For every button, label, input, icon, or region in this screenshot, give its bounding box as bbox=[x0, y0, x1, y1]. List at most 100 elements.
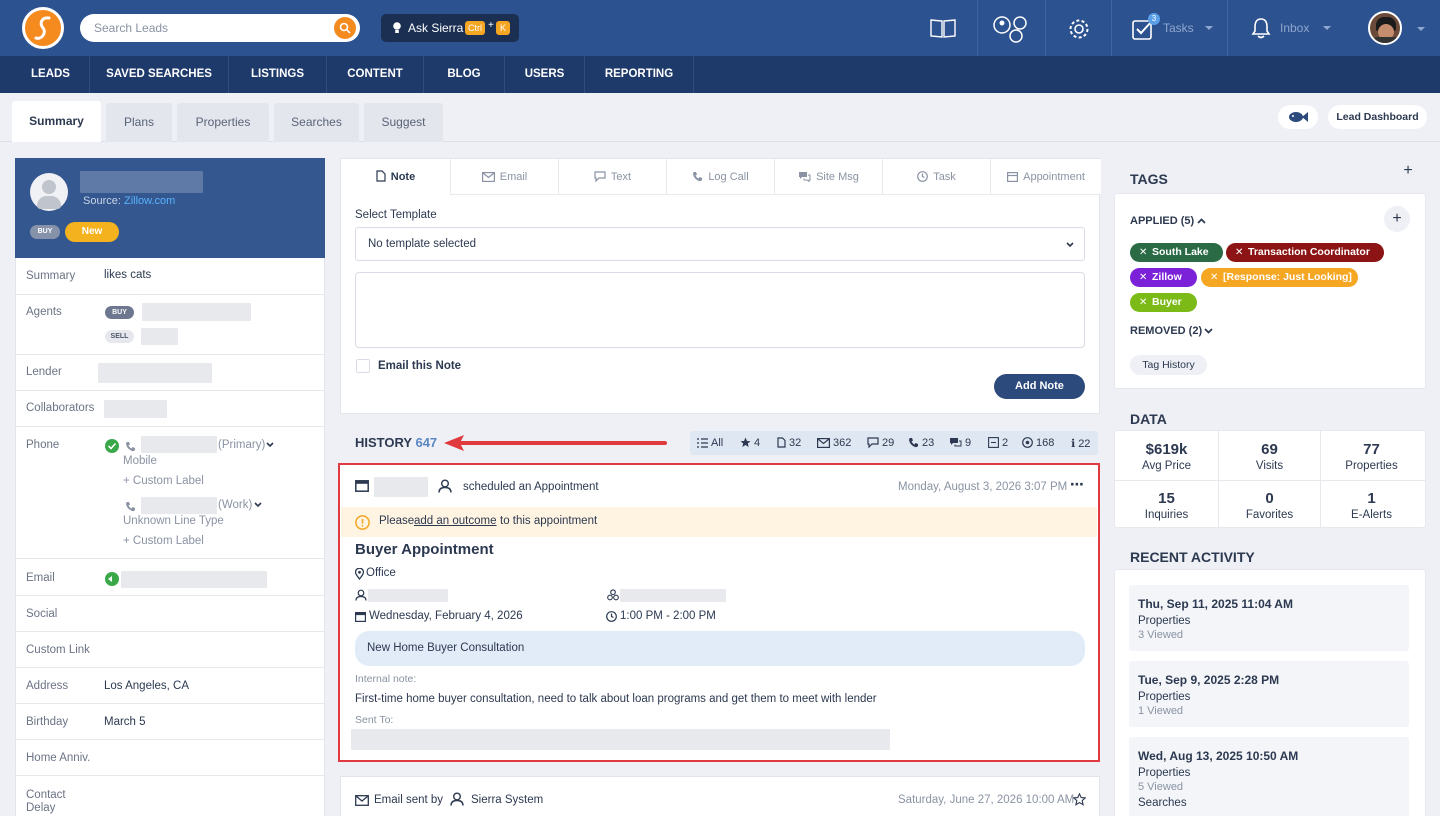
activity-item[interactable]: Tue, Sep 9, 2025 2:28 PM Properties 1 Vi… bbox=[1129, 661, 1409, 727]
applied-toggle[interactable]: APPLIED (5) bbox=[1130, 215, 1194, 227]
site-message-icon bbox=[799, 172, 811, 183]
stat-inquiries[interactable]: 15 Inquiries bbox=[1116, 490, 1217, 521]
email-note-checkbox[interactable] bbox=[356, 359, 370, 373]
compose-tab-site-msg[interactable]: Site Msg bbox=[775, 159, 883, 195]
phone-icon bbox=[126, 502, 135, 512]
stat-properties[interactable]: 77 Properties bbox=[1321, 441, 1422, 472]
email-icon bbox=[817, 438, 831, 449]
filter-tasks[interactable]: 2 bbox=[988, 437, 1008, 449]
chevron-up-icon[interactable] bbox=[1197, 218, 1206, 224]
stat-favorites[interactable]: 0 Favorites bbox=[1219, 490, 1320, 521]
stat-avg-price[interactable]: $619k Avg Price bbox=[1116, 441, 1217, 472]
phone2-redacted[interactable] bbox=[141, 497, 217, 514]
nav-saved-searches[interactable]: SAVED SEARCHES bbox=[90, 56, 229, 93]
tab-plans[interactable]: Plans bbox=[106, 103, 172, 142]
nav-leads[interactable]: LEADS bbox=[12, 56, 90, 93]
info-icon: ℹ bbox=[1071, 438, 1076, 450]
compose-tab-appointment[interactable]: Appointment bbox=[991, 159, 1101, 195]
activity-item[interactable]: Wed, Aug 13, 2025 10:50 AM Properties 5 … bbox=[1129, 737, 1409, 816]
tab-summary[interactable]: Summary bbox=[12, 101, 101, 142]
compose-tab-note[interactable]: Note bbox=[341, 159, 451, 195]
filter-site-msgs[interactable]: 9 bbox=[949, 437, 971, 449]
stat-visits[interactable]: 69 Visits bbox=[1219, 441, 1320, 472]
compose-tab-email[interactable]: Email bbox=[451, 159, 559, 195]
note-icon bbox=[777, 437, 786, 448]
tab-suggest[interactable]: Suggest bbox=[364, 103, 443, 142]
nav-content[interactable]: CONTENT bbox=[327, 56, 424, 93]
star-icon bbox=[740, 437, 751, 447]
template-select[interactable]: No template selected bbox=[355, 227, 1085, 261]
filter-emails[interactable]: 362 bbox=[817, 437, 851, 449]
add-note-button[interactable]: Add Note bbox=[994, 374, 1085, 399]
email-note-label[interactable]: Email this Note bbox=[378, 360, 461, 372]
user-avatar[interactable] bbox=[1368, 11, 1402, 45]
nav-reporting[interactable]: REPORTING bbox=[585, 56, 694, 93]
lead-status-badge[interactable]: New bbox=[65, 222, 119, 242]
tag-response-just-looking[interactable]: [Response: Just Looking] bbox=[1201, 268, 1358, 287]
note-textarea[interactable] bbox=[355, 272, 1085, 348]
phone1-redacted[interactable] bbox=[141, 436, 217, 453]
ask-sierra-button[interactable]: Ask Sierra Ctrl + K bbox=[381, 14, 519, 42]
settings-button[interactable] bbox=[1045, 0, 1111, 56]
tab-searches[interactable]: Searches bbox=[274, 103, 359, 142]
chevron-down-icon[interactable] bbox=[254, 502, 262, 508]
compose-tab-text[interactable]: Text bbox=[559, 159, 667, 195]
buy-agent-redacted[interactable] bbox=[142, 303, 251, 321]
bell-icon bbox=[1251, 18, 1271, 39]
tasks-button[interactable]: 3 Tasks bbox=[1111, 0, 1227, 56]
filter-visits[interactable]: 168 bbox=[1022, 437, 1054, 449]
fish-button[interactable] bbox=[1278, 105, 1318, 129]
tag-history-button[interactable]: Tag History bbox=[1130, 355, 1207, 375]
stat-e-alerts[interactable]: 1 E-Alerts bbox=[1321, 490, 1422, 521]
social-row: Social bbox=[15, 596, 325, 632]
compose-tab-task[interactable]: Task bbox=[883, 159, 991, 195]
activity-item[interactable]: Thu, Sep 11, 2025 11:04 AM Properties 3 … bbox=[1129, 585, 1409, 651]
collaborators-redacted[interactable] bbox=[104, 400, 167, 418]
tag-transaction-coordinator[interactable]: Transaction Coordinator bbox=[1226, 243, 1384, 262]
filter-all[interactable]: All bbox=[697, 437, 723, 449]
lender-row: Lender bbox=[15, 355, 325, 391]
lead-dashboard-button[interactable]: Lead Dashboard bbox=[1328, 105, 1427, 129]
book-icon bbox=[930, 19, 956, 38]
add-tag-button[interactable]: + bbox=[1384, 206, 1410, 232]
kbd-ctrl: Ctrl bbox=[465, 21, 485, 35]
star-outline-icon[interactable] bbox=[1073, 793, 1086, 806]
search-button[interactable] bbox=[334, 17, 356, 39]
tag-zillow[interactable]: Zillow bbox=[1130, 268, 1197, 287]
removed-toggle[interactable]: REMOVED (2) bbox=[1130, 325, 1202, 337]
chevron-down-icon[interactable] bbox=[1204, 328, 1213, 334]
history-email-card: Email sent by Sierra System Saturday, Ju… bbox=[340, 776, 1100, 816]
tag-south-lake[interactable]: South Lake bbox=[1130, 243, 1223, 262]
tab-properties[interactable]: Properties bbox=[177, 103, 269, 142]
lead-source-link[interactable]: Zillow.com bbox=[124, 195, 175, 207]
lender-redacted[interactable] bbox=[98, 363, 212, 383]
filter-starred[interactable]: 4 bbox=[740, 437, 760, 449]
nav-users[interactable]: USERS bbox=[505, 56, 585, 93]
phone1-custom-label[interactable]: + Custom Label bbox=[123, 475, 204, 487]
chat-icon bbox=[867, 437, 879, 449]
users-network-icon bbox=[993, 16, 1027, 43]
phone2-custom-label[interactable]: + Custom Label bbox=[123, 535, 204, 547]
tag-buyer[interactable]: Buyer bbox=[1130, 293, 1197, 312]
email-redacted[interactable] bbox=[121, 571, 267, 588]
calendar-icon bbox=[1007, 172, 1019, 183]
fish-icon bbox=[1289, 112, 1308, 122]
add-tag-top-button[interactable]: + bbox=[1395, 158, 1421, 184]
filter-info[interactable]: ℹ 22 bbox=[1071, 437, 1090, 450]
inbox-button[interactable]: Inbox bbox=[1227, 0, 1343, 56]
history-heading: HISTORY 647 bbox=[355, 435, 438, 450]
guide-button[interactable] bbox=[910, 0, 977, 56]
chevron-down-icon[interactable] bbox=[1417, 27, 1425, 32]
sell-agent-redacted[interactable] bbox=[141, 328, 178, 345]
search-input[interactable]: Search Leads bbox=[80, 14, 360, 42]
app-logo[interactable] bbox=[22, 7, 64, 49]
chevron-down-icon[interactable] bbox=[266, 442, 274, 448]
filter-texts[interactable]: 29 bbox=[867, 437, 894, 449]
filter-calls[interactable]: 23 bbox=[908, 437, 934, 449]
filter-notes[interactable]: 32 bbox=[777, 437, 801, 449]
nav-blog[interactable]: BLOG bbox=[424, 56, 505, 93]
nav-listings[interactable]: LISTINGS bbox=[229, 56, 327, 93]
highlight-box bbox=[338, 463, 1100, 762]
compose-tab-log-call[interactable]: Log Call bbox=[667, 159, 775, 195]
collaborators-button[interactable] bbox=[977, 0, 1045, 56]
